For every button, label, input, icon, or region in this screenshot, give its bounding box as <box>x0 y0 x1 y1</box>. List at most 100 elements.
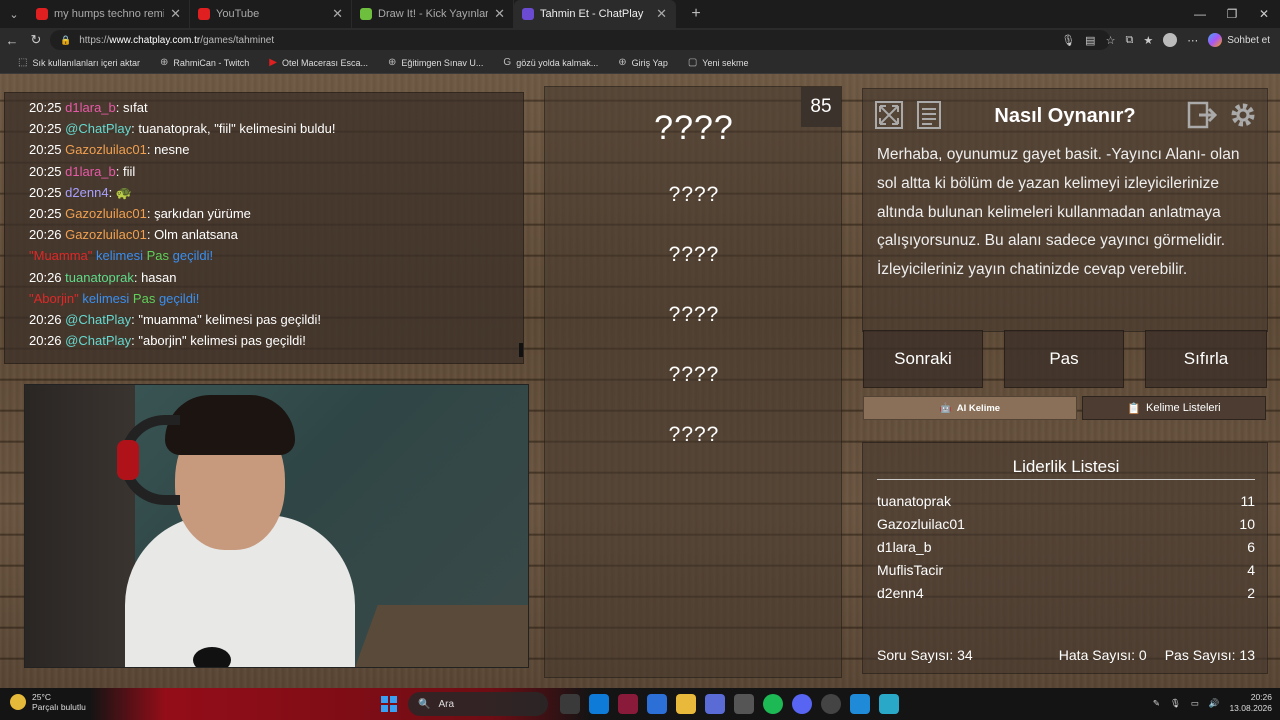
settings-gear-icon[interactable] <box>1223 95 1263 135</box>
bookmark-item[interactable]: Ggözü yolda kalmak... <box>493 57 608 68</box>
leader-score: 6 <box>1247 539 1255 555</box>
browser-tab[interactable]: Draw It! - Kick Yayınları İçin Ç ✕ <box>352 0 514 28</box>
settings-icon[interactable] <box>734 694 754 714</box>
url-prefix: https:// <box>79 34 110 46</box>
minimize-icon[interactable]: — <box>1184 0 1216 28</box>
chat-tail: geçildi! <box>172 248 214 264</box>
chat-panel: 20:25 d1lara_b: sıfat 20:25 @ChatPlay: tu… <box>4 92 524 364</box>
pass-button[interactable]: Pas <box>1004 330 1124 388</box>
chat-time: 20:25 <box>29 142 62 158</box>
network-icon[interactable]: ▭ <box>1191 698 1199 709</box>
url-path: /games/tahminet <box>200 34 275 46</box>
mic-icon[interactable]: 🎙 <box>1061 34 1075 47</box>
close-tab-icon[interactable]: ✕ <box>170 6 181 22</box>
extensions-icon[interactable]: ⧉ <box>1125 34 1133 47</box>
close-window-icon[interactable]: ✕ <box>1248 0 1280 28</box>
tab-favicon-icon <box>36 8 48 20</box>
restore-icon[interactable]: ❐ <box>1216 0 1248 28</box>
chat-text: nesne <box>154 142 190 158</box>
volume-icon[interactable]: 🔊 <box>1209 698 1220 709</box>
bookmark-label: gözü yolda kalmak... <box>516 57 599 68</box>
file-explorer-icon[interactable] <box>676 694 696 714</box>
chat-separator: : <box>146 142 155 158</box>
document-icon[interactable] <box>909 95 949 135</box>
vscode-icon[interactable] <box>850 694 870 714</box>
close-tab-icon[interactable]: ✕ <box>494 6 505 22</box>
obs-icon[interactable] <box>821 694 841 714</box>
chat-message: "Aborjin" kelimesi Pas geçildi! <box>29 288 499 309</box>
chat-user: Gazozluilac01 <box>65 227 147 243</box>
fullscreen-icon[interactable] <box>869 95 909 135</box>
close-tab-icon[interactable]: ✕ <box>656 6 667 22</box>
windows-start-icon[interactable] <box>381 696 397 712</box>
chat-user: "Aborjin" <box>29 290 79 306</box>
weather-widget[interactable]: 25°C Parçalı bulutlu <box>10 692 86 712</box>
taskbar-search[interactable]: 🔍 Ara <box>408 692 548 716</box>
store-icon[interactable] <box>647 694 667 714</box>
word-lists-label: Kelime Listeleri <box>1146 402 1221 414</box>
chat-time: 20:25 <box>29 163 62 179</box>
bookmark-item[interactable]: ⬚ Sık kullanılanları içeri aktar <box>8 57 150 68</box>
mic-tray-icon[interactable]: 🎙 <box>1170 698 1181 709</box>
chat-tail: geçildi! <box>158 290 200 306</box>
windows-taskbar: 25°C Parçalı bulutlu 🔍 Ara ✎ 🎙 ▭ 🔊 20:26… <box>0 688 1280 720</box>
app-icon-2[interactable] <box>705 694 725 714</box>
chat-scrollbar[interactable] <box>519 343 523 357</box>
tab-actions-menu-icon[interactable]: ⌄ <box>0 0 28 28</box>
ai-word-button[interactable]: 🤖 AI Kelime <box>863 396 1077 420</box>
bookmark-item[interactable]: ▢ Yeni sekme <box>678 57 759 68</box>
url-input[interactable]: 🔒 https://www.chatplay.com.tr/games/tahm… <box>50 30 1110 50</box>
chat-message: 20:25 d1lara_b: sıfat <box>29 97 499 118</box>
chat-user: @ChatPlay <box>65 333 132 349</box>
copilot-button[interactable]: Sohbet et <box>1208 33 1270 47</box>
profile-avatar-icon[interactable] <box>1163 33 1178 47</box>
chat-user: d2enn4 <box>65 184 109 200</box>
leaderboard-row: MuflisTacir 4 <box>877 562 1255 578</box>
chat-separator: : <box>108 184 116 200</box>
next-button[interactable]: Sonraki <box>863 330 983 388</box>
discord-icon[interactable] <box>792 694 812 714</box>
howto-panel: Nasıl Oynanır? Merhaba, oyunumuz gayet b… <box>862 88 1268 332</box>
bookmark-item[interactable]: ⊕ RahmiCan - Twitch <box>150 57 259 68</box>
close-tab-icon[interactable]: ✕ <box>332 6 343 22</box>
chat-message: "Muamma" kelimesi Pas geçildi! <box>29 245 499 266</box>
task-view-icon[interactable] <box>560 694 580 714</box>
clock[interactable]: 20:26 13.08.2026 <box>1229 692 1272 714</box>
leaderboard-title: Liderlik Listesi <box>1012 457 1120 476</box>
app-icon-3[interactable] <box>879 694 899 714</box>
word-lists-button[interactable]: 📋 Kelime Listeleri <box>1082 396 1266 420</box>
chat-time: 20:25 <box>29 184 62 200</box>
leaderboard-divider <box>877 479 1255 480</box>
chat-message: 20:26 Gazozluilac01: Olm anlatsana <box>29 224 499 245</box>
reset-button[interactable]: Sıfırla <box>1145 330 1267 388</box>
bookmark-item[interactable]: ▶ Otel Macerası Esca... <box>259 57 378 68</box>
chat-text: hasan <box>141 269 177 285</box>
reading-view-icon[interactable]: ▤ <box>1085 34 1095 47</box>
browser-tab[interactable]: my humps techno remix - YouTub ✕ <box>28 0 190 28</box>
error-count: Hata Sayısı: 0 <box>1058 647 1147 663</box>
favorites-icon[interactable]: ★ <box>1143 34 1153 47</box>
new-tab-button[interactable]: + <box>684 5 708 23</box>
pen-icon[interactable]: ✎ <box>1153 698 1160 709</box>
more-menu-icon[interactable]: ⋯ <box>1187 34 1198 47</box>
clock-time: 20:26 <box>1250 692 1272 702</box>
forbidden-word: ???? <box>668 363 720 386</box>
refresh-icon[interactable]: ↻ <box>24 32 48 48</box>
favorite-star-icon[interactable]: ☆ <box>1106 34 1116 47</box>
chat-time: 20:26 <box>29 269 62 285</box>
chat-time: 20:25 <box>29 121 62 137</box>
bookmark-label: RahmiCan - Twitch <box>173 57 250 68</box>
back-icon[interactable]: ← <box>0 33 24 48</box>
browser-tab[interactable]: Tahmin Et - ChatPlay ✕ <box>514 0 676 28</box>
browser-tab-strip: ⌄ my humps techno remix - YouTub✕YouTube… <box>0 0 1280 28</box>
chat-separator: : <box>115 100 124 115</box>
chat-user: d1lara_b <box>65 163 116 179</box>
bookmark-item[interactable]: ⊕ Giriş Yap <box>608 57 678 68</box>
browser-tab[interactable]: YouTube ✕ <box>190 0 352 28</box>
logout-icon[interactable] <box>1183 95 1223 135</box>
app-icon[interactable] <box>618 694 638 714</box>
edge-icon[interactable] <box>589 694 609 714</box>
spotify-icon[interactable] <box>763 694 783 714</box>
bookmark-item[interactable]: ⊕ Eğitimgen Sınav U... <box>378 57 493 68</box>
chat-separator: : <box>133 269 142 285</box>
